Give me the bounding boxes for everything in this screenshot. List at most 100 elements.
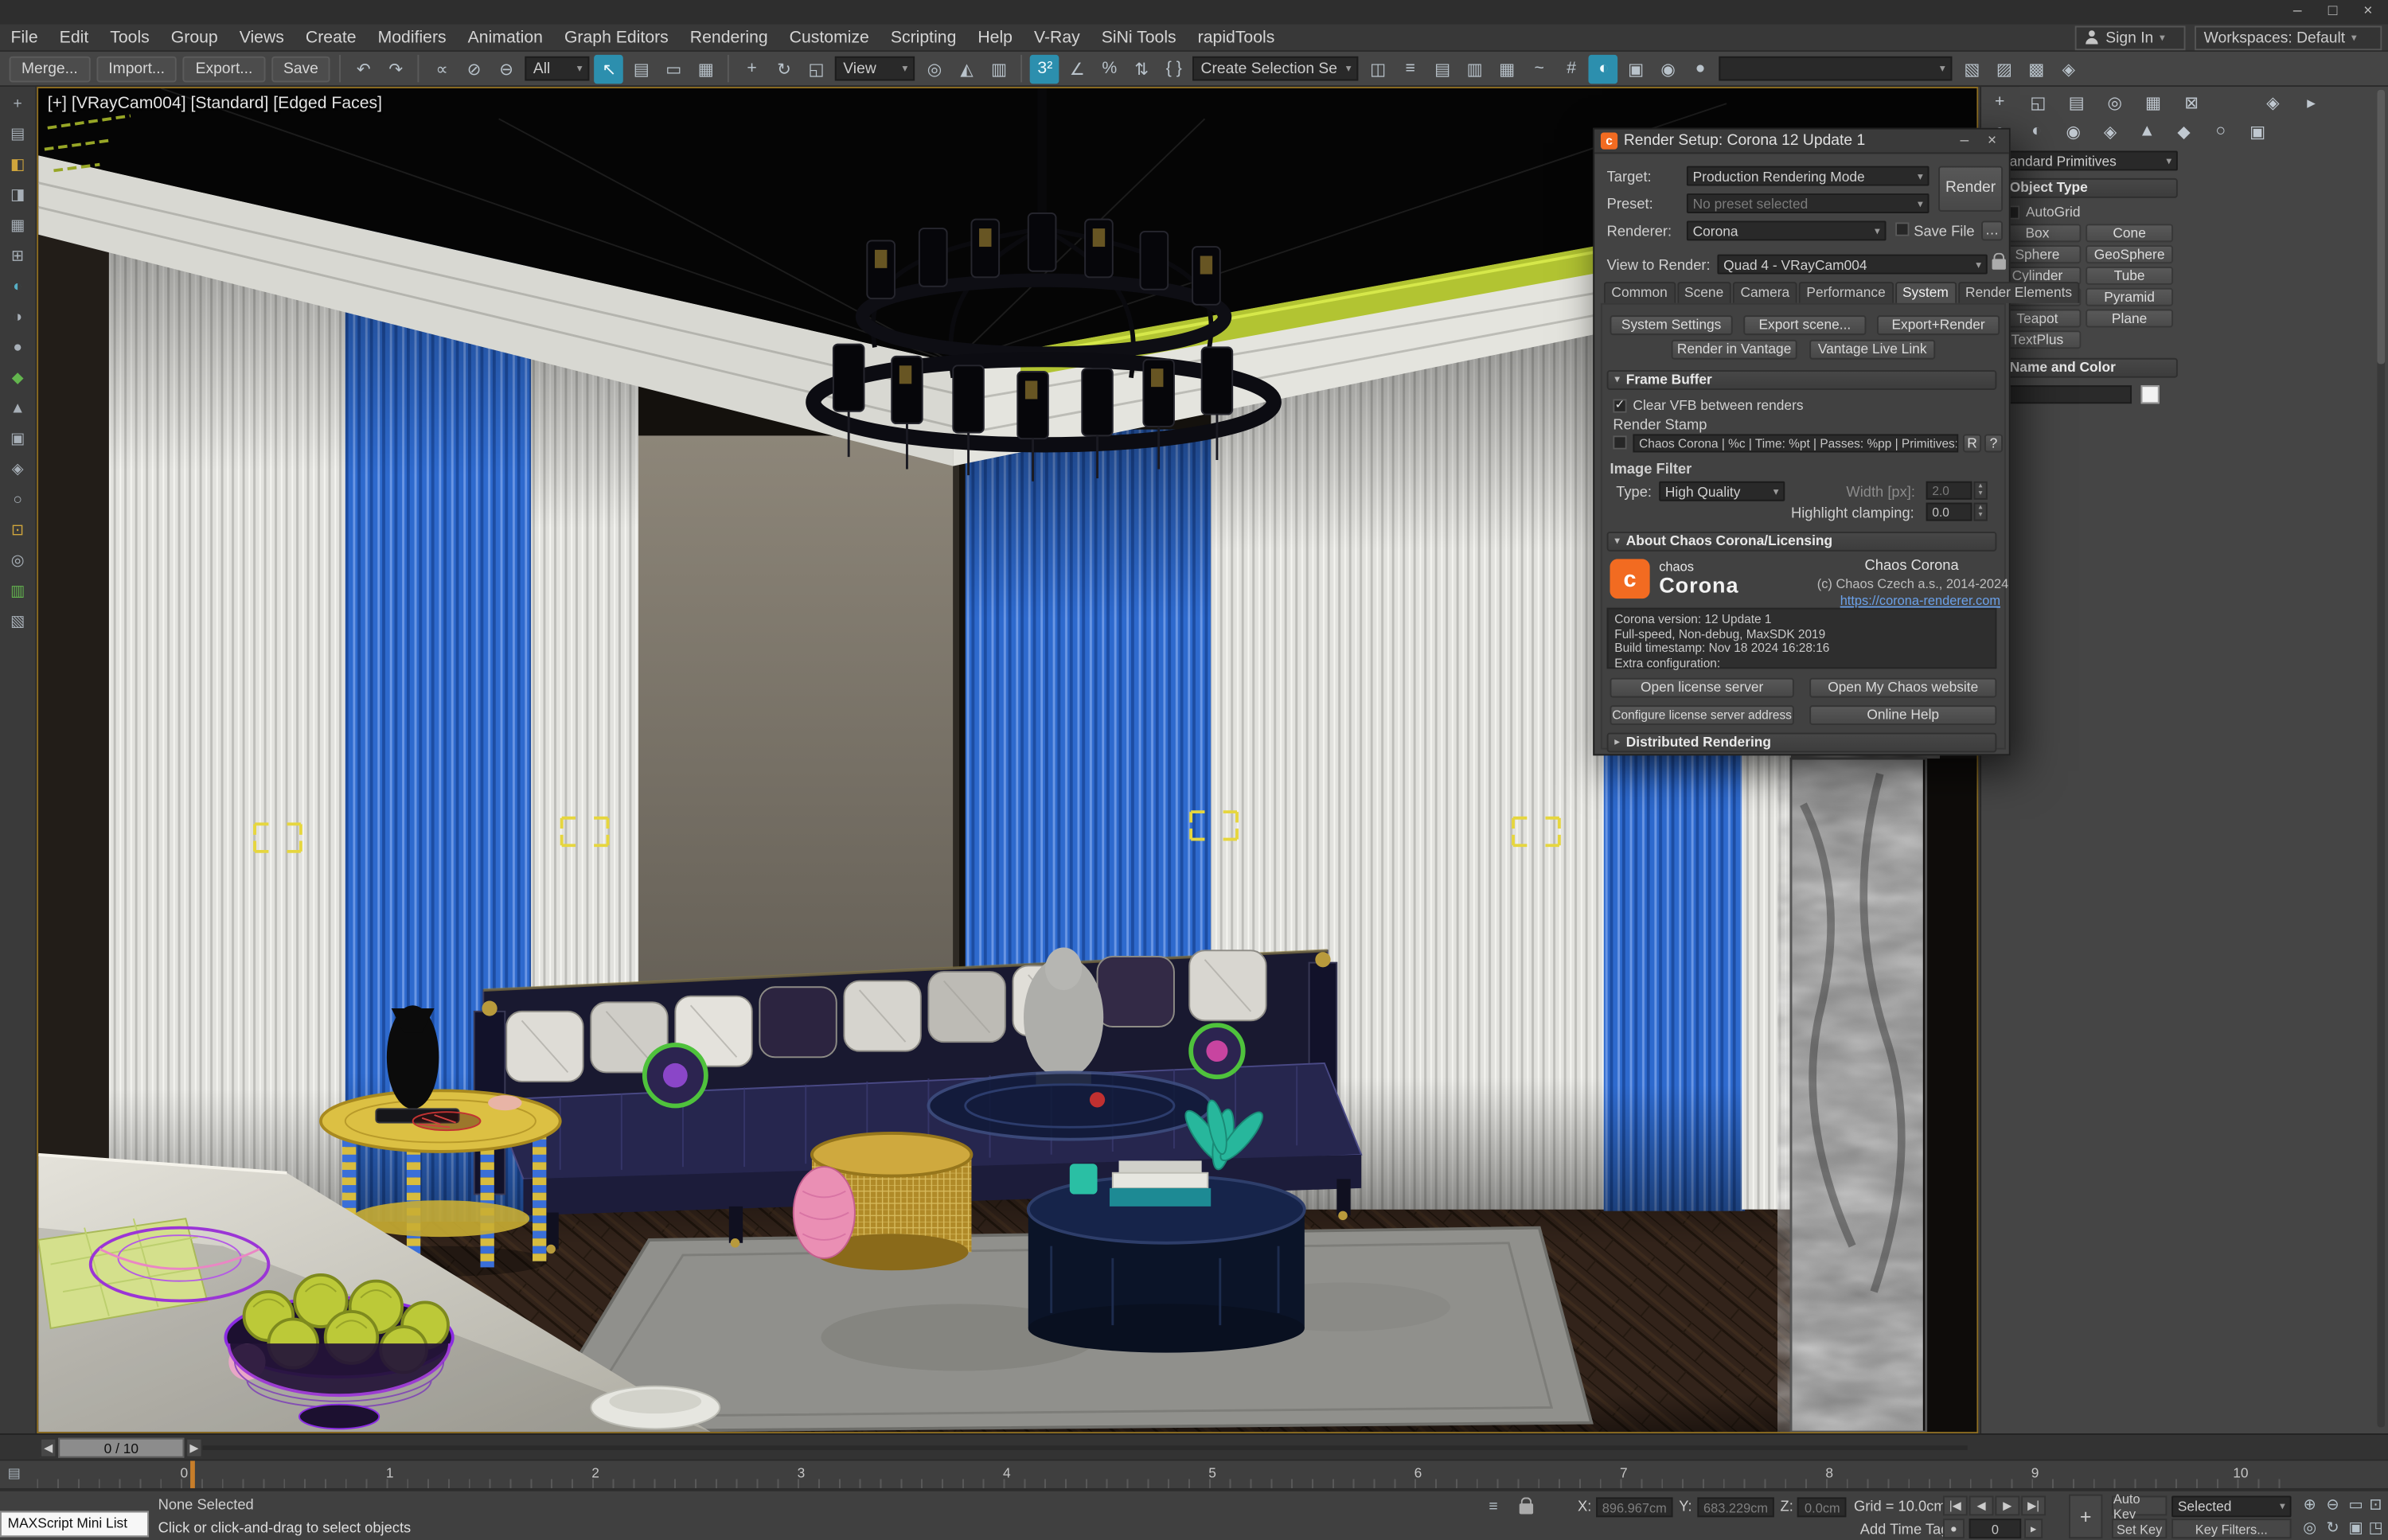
add-time-tag[interactable]: Add Time Tag <box>1860 1522 1949 1538</box>
rendered-frame-window-icon[interactable]: ◉ <box>1653 54 1683 83</box>
tab-scene[interactable]: Scene <box>1676 282 1731 303</box>
left-tool-icon[interactable]: ◑ <box>5 306 31 329</box>
primitive-geosphere-button[interactable]: GeoSphere <box>2086 245 2173 263</box>
keyboard-shortcut-override-icon[interactable]: ▥ <box>985 54 1014 83</box>
helpers-category-icon[interactable]: ▲ <box>2135 119 2160 143</box>
about-rollout[interactable]: ▾About Chaos Corona/Licensing <box>1607 532 1997 552</box>
ribbon-toggle-icon[interactable]: ▦ <box>1492 54 1522 83</box>
select-and-move-icon[interactable]: + <box>737 54 767 83</box>
left-tool-icon[interactable]: ▤ <box>5 123 31 146</box>
merge-button[interactable]: Merge... <box>10 56 91 82</box>
tab-common[interactable]: Common <box>1604 282 1676 303</box>
tab-system[interactable]: System <box>1894 282 1956 303</box>
menu-animation[interactable]: Animation <box>457 25 553 52</box>
workspaces-dropdown[interactable]: Workspaces: Default ▾ <box>2195 26 2382 51</box>
y-coordinate-field[interactable]: 683.229cm <box>1697 1497 1773 1517</box>
named-selection-combo[interactable]: ▾ <box>1719 57 1953 81</box>
menu-file[interactable]: File <box>0 25 49 52</box>
menu-rendering[interactable]: Rendering <box>679 25 778 52</box>
select-and-scale-icon[interactable]: ◱ <box>802 54 831 83</box>
menu-modifiers[interactable]: Modifiers <box>367 25 457 52</box>
display-filter-icon[interactable]: ▨ <box>1990 54 2019 83</box>
left-tool-icon[interactable]: ◎ <box>5 550 31 573</box>
key-filters-button[interactable]: Key Filters... <box>2171 1519 2291 1538</box>
maximize-viewport-icon[interactable]: ◳ <box>2365 1519 2386 1538</box>
left-tool-icon[interactable]: ◨ <box>5 185 31 208</box>
window-maximize-button[interactable]: □ <box>2316 2 2349 23</box>
scene-explorer-icon[interactable]: ▥ <box>1460 54 1489 83</box>
vantage-live-link-button[interactable]: Vantage Live Link <box>1809 340 1935 360</box>
timeline-ruler[interactable]: ▤ 0 1 2 3 4 5 6 7 8 9 10 <box>0 1460 2388 1490</box>
view-to-render-dropdown[interactable]: Quad 4 - VRayCam004▾ <box>1717 255 1987 275</box>
select-and-link-icon[interactable]: ∝ <box>427 54 457 83</box>
menu-customize[interactable]: Customize <box>778 25 880 52</box>
about-link[interactable]: https://corona-renderer.com <box>1840 593 2000 608</box>
primitive-tube-button[interactable]: Tube <box>2086 267 2173 285</box>
angle-snap-icon[interactable]: ∠ <box>1063 54 1092 83</box>
render-setup-icon[interactable]: ▣ <box>1621 54 1651 83</box>
lights-category-icon[interactable]: ◉ <box>2061 119 2086 143</box>
previous-frame-button[interactable]: ◀ <box>1969 1495 1994 1515</box>
online-help-button[interactable]: Online Help <box>1809 705 1996 725</box>
menu-tools[interactable]: Tools <box>100 25 161 52</box>
time-slider-next-button[interactable]: ▶ <box>185 1438 202 1458</box>
filter-type-dropdown[interactable]: High Quality▾ <box>1659 481 1785 501</box>
set-keys-button[interactable]: + <box>2069 1495 2102 1539</box>
spacewarps-category-icon[interactable]: ◆ <box>2171 119 2196 143</box>
primitive-category-dropdown[interactable]: Standard Primitives▾ <box>1991 150 2178 170</box>
menu-help[interactable]: Help <box>967 25 1024 52</box>
filter-width-field[interactable]: 2.0 <box>1926 481 1972 500</box>
frame-buffer-rollout[interactable]: ▾Frame Buffer <box>1607 370 1997 390</box>
menu-sini-tools[interactable]: SiNi Tools <box>1091 25 1187 52</box>
use-pivot-point-icon[interactable]: ◎ <box>920 54 950 83</box>
name-color-rollout[interactable]: ▾Name and Color <box>1991 358 2178 378</box>
distributed-rendering-rollout[interactable]: ▸Distributed Rendering <box>1607 733 1997 753</box>
render-in-vantage-button[interactable]: Render in Vantage <box>1672 340 1797 360</box>
left-tool-icon[interactable]: ● <box>5 337 31 360</box>
material-editor-icon[interactable]: ◐ <box>1589 54 1618 83</box>
select-and-manipulate-icon[interactable]: ◭ <box>952 54 981 83</box>
time-slider[interactable]: 0 / 10 <box>58 1438 184 1458</box>
viewport-label[interactable]: [+] [VRayCam004] [Standard] [Edged Faces… <box>48 95 382 113</box>
x-coordinate-field[interactable]: 896.967cm <box>1596 1497 1672 1517</box>
selection-lock-icon[interactable] <box>1520 1503 1533 1514</box>
dialog-minimize-button[interactable]: – <box>1953 133 1975 150</box>
clear-vfb-checkbox[interactable]: ✓ <box>1613 398 1626 411</box>
tab-camera[interactable]: Camera <box>1733 282 1797 303</box>
undo-icon[interactable]: ↶ <box>349 54 378 83</box>
pan-icon[interactable]: ▣ <box>2345 1519 2367 1538</box>
render-stamp-field[interactable]: Chaos Corona | %c | Time: %pt | Passes: … <box>1633 434 1958 452</box>
stamp-help-button[interactable]: ? <box>1984 434 2003 452</box>
preset-dropdown[interactable]: No preset selected▾ <box>1687 193 1930 213</box>
left-tool-icon[interactable]: ⊞ <box>5 245 31 268</box>
menu-graph-editors[interactable]: Graph Editors <box>553 25 679 52</box>
menu-rapidtools[interactable]: rapidTools <box>1187 25 1286 52</box>
hierarchy-panel-tab[interactable]: ▤ <box>2064 90 2089 115</box>
panel-scrollbar[interactable] <box>2378 90 2386 1427</box>
current-frame-marker[interactable] <box>190 1460 195 1487</box>
left-tool-icon[interactable]: ▦ <box>5 215 31 238</box>
left-tool-icon[interactable]: ○ <box>5 489 31 512</box>
selection-set-dropdown[interactable]: Selected▾ <box>2171 1495 2291 1517</box>
mirror-icon[interactable]: ◫ <box>1364 54 1393 83</box>
play-button[interactable]: ▶ <box>1995 1495 2019 1515</box>
orbit-icon[interactable]: ↻ <box>2322 1519 2343 1538</box>
named-views-icon[interactable]: ▩ <box>2022 54 2051 83</box>
open-chaos-website-button[interactable]: Open My Chaos website <box>1809 678 1996 698</box>
viewport-layout-icon[interactable]: ◈ <box>2054 54 2084 83</box>
percent-snap-icon[interactable]: % <box>1094 54 1124 83</box>
bind-to-space-warp-icon[interactable]: ⊖ <box>492 54 521 83</box>
auto-key-button[interactable]: Auto Key <box>2112 1495 2167 1515</box>
left-tool-icon[interactable]: ◧ <box>5 154 31 177</box>
export-button[interactable]: Export... <box>183 56 265 82</box>
primitive-cone-button[interactable]: Cone <box>2086 224 2173 242</box>
dialog-titlebar[interactable]: c Render Setup: Corona 12 Update 1 – × <box>1594 130 2009 154</box>
render-stamp-checkbox[interactable] <box>1613 435 1626 449</box>
go-to-start-button[interactable]: |◀ <box>1943 1495 1968 1515</box>
select-by-name-icon[interactable]: ▤ <box>626 54 656 83</box>
render-button[interactable]: Render <box>1938 166 2003 212</box>
unlink-selection-icon[interactable]: ⊘ <box>459 54 489 83</box>
transform-type-in-icon[interactable]: ≡ <box>1482 1497 1504 1517</box>
panel-pin-icon[interactable]: ▸ <box>2299 90 2324 115</box>
system-settings-button[interactable]: System Settings <box>1610 315 1732 335</box>
